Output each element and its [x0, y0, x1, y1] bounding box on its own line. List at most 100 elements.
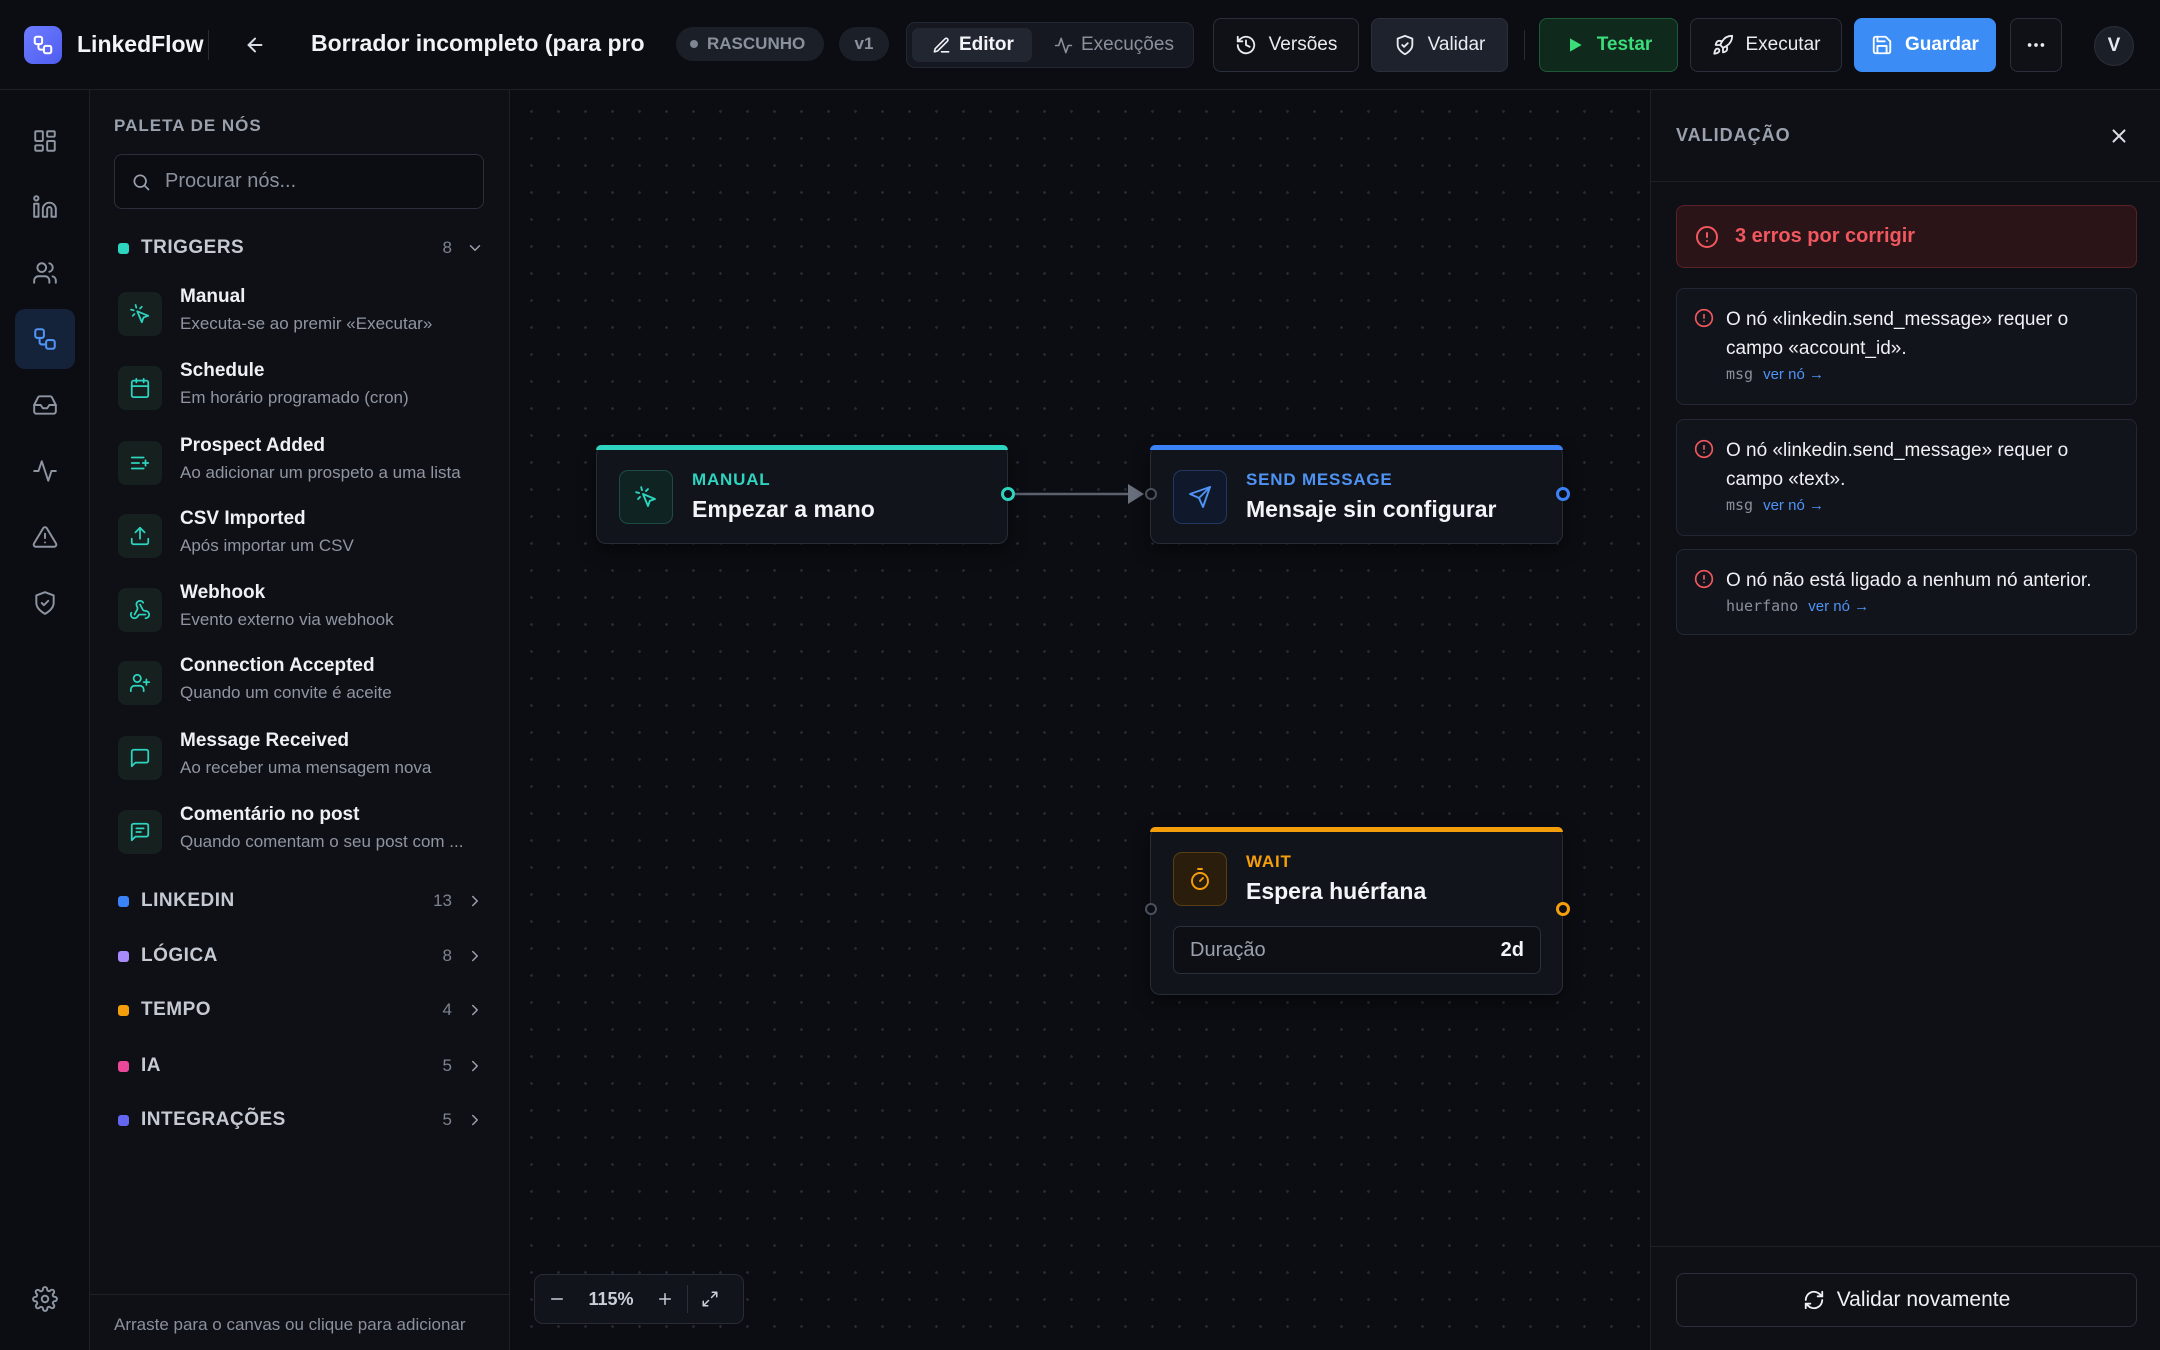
palette-node-title: CSV Imported: [180, 508, 306, 529]
rocket-icon: [1712, 34, 1733, 55]
node-palette: PALETA DE NÓS TRIGGERS 8 Manual Executa-…: [90, 90, 510, 1350]
palette-node-title: Message Received: [180, 730, 349, 751]
error-summary-text: 3 erros por corrigir: [1735, 225, 1916, 247]
palette-node-post-comment[interactable]: Comentário no post Quando comentam o seu…: [114, 802, 484, 868]
rail-item-linkedin[interactable]: [15, 177, 75, 237]
category-name: IA: [141, 1055, 161, 1076]
version-badge: v1: [839, 27, 889, 61]
error-code: msg: [1726, 365, 1754, 383]
test-button[interactable]: Testar: [1539, 18, 1678, 72]
output-port[interactable]: [1556, 902, 1570, 916]
palette-node-desc: Ao receber uma mensagem nova: [180, 758, 432, 777]
error-message: O nó «linkedin.send_message» requer o ca…: [1726, 309, 2069, 359]
status-badge: RASCUNHO: [676, 27, 824, 61]
category-count: 13: [433, 891, 452, 910]
workflow-icon: [34, 328, 56, 350]
palette-node-schedule[interactable]: Schedule Em horário programado (cron): [114, 358, 484, 424]
search-box[interactable]: [114, 154, 484, 209]
category-triggers[interactable]: TRIGGERS 8: [114, 232, 484, 264]
tab-editor[interactable]: Editor: [912, 28, 1032, 62]
category-integrations[interactable]: INTEGRAÇÕES 5: [114, 1104, 484, 1136]
search-input[interactable]: [165, 170, 465, 193]
input-port[interactable]: [1145, 488, 1157, 500]
rail-item-activity[interactable]: [15, 441, 75, 501]
rail-item-settings[interactable]: [15, 1269, 75, 1329]
output-port[interactable]: [1556, 487, 1570, 501]
category-count: 4: [442, 1000, 452, 1019]
palette-node-icon: [118, 736, 162, 780]
test-label: Testar: [1596, 34, 1653, 55]
canvas-node-send-message[interactable]: SEND MESSAGE Mensaje sin configurar: [1150, 445, 1563, 544]
webhook-icon: [129, 599, 151, 620]
rail-item-contacts[interactable]: [15, 243, 75, 303]
validation-title: VALIDAÇÃO: [1676, 125, 1791, 145]
palette-node-icon: [118, 588, 162, 632]
output-port[interactable]: [1001, 487, 1015, 501]
category-name: TRIGGERS: [141, 237, 245, 258]
rail-item-inbox[interactable]: [15, 375, 75, 435]
back-button[interactable]: [240, 30, 270, 60]
versions-button[interactable]: Versões: [1213, 18, 1359, 72]
play-icon: [1569, 38, 1582, 52]
category-color-dot: [118, 1004, 129, 1016]
input-port[interactable]: [1145, 903, 1157, 915]
view-node-link[interactable]: ver nó →: [1763, 497, 1824, 514]
tab-executions[interactable]: Execuções: [1042, 28, 1190, 62]
avatar[interactable]: V: [2094, 26, 2134, 66]
close-button[interactable]: [2103, 120, 2135, 152]
error-code: msg: [1726, 496, 1754, 514]
view-tabs: Editor Execuções: [906, 22, 1194, 68]
palette-node-csv-imported[interactable]: CSV Imported Após importar um CSV: [114, 506, 484, 572]
validate-button[interactable]: Validar: [1371, 18, 1508, 72]
rail-item-workflows[interactable]: [15, 309, 75, 369]
save-button[interactable]: Guardar: [1854, 18, 1996, 72]
divider: [1524, 30, 1525, 60]
category-linkedin[interactable]: LINKEDIN 13: [114, 885, 484, 917]
category-time[interactable]: TEMPO 4: [114, 994, 484, 1026]
category-color-dot: [118, 1114, 129, 1126]
error-item: O nó «linkedin.send_message» requer o ca…: [1676, 288, 2137, 405]
view-node-link[interactable]: ver nó →: [1763, 366, 1824, 383]
flow-canvas[interactable]: MANUAL Empezar a mano SEND MESSAGE Mensa…: [510, 90, 1650, 1350]
palette-node-icon: [118, 661, 162, 705]
shield-check-icon: [1396, 34, 1413, 56]
flow-title[interactable]: Borrador incompleto (para probar validac…: [311, 30, 646, 62]
duration-field[interactable]: Duração 2d: [1173, 926, 1541, 974]
palette-node-message-received[interactable]: Message Received Ao receber uma mensagem…: [114, 728, 484, 794]
comment-icon: [130, 822, 150, 842]
users-icon: [33, 262, 57, 284]
error-code: huerfano: [1726, 597, 1799, 615]
rail-item-security[interactable]: [15, 573, 75, 633]
category-color-dot: [118, 242, 129, 254]
revalidate-button[interactable]: Validar novamente: [1676, 1273, 2137, 1327]
fit-view-button[interactable]: [688, 1274, 732, 1324]
node-type: MANUAL: [692, 470, 771, 489]
rail-item-alerts[interactable]: [15, 507, 75, 567]
alert-circle-icon: [1694, 439, 1714, 459]
alert-circle-icon: [1694, 308, 1714, 328]
error-item: O nó não está ligado a nenhum nó anterio…: [1676, 549, 2137, 635]
category-ai[interactable]: IA 5: [114, 1050, 484, 1082]
execute-button[interactable]: Executar: [1690, 18, 1842, 72]
canvas-node-manual[interactable]: MANUAL Empezar a mano: [596, 445, 1008, 544]
view-node-link[interactable]: ver nó →: [1808, 598, 1869, 615]
category-logic[interactable]: LÓGICA 8: [114, 940, 484, 972]
close-icon: [2112, 129, 2126, 143]
error-meta: msg ver nó →: [1726, 365, 1824, 383]
chevron-right-icon: [472, 895, 478, 907]
app-logo[interactable]: [24, 26, 62, 64]
rail-item-dashboard[interactable]: [15, 111, 75, 171]
palette-node-prospect-added[interactable]: Prospect Added Ao adicionar um prospeto …: [114, 433, 484, 499]
validation-panel: VALIDAÇÃO 3 erros por corrigir O nó «lin…: [1650, 90, 2160, 1350]
category-color-dot: [118, 950, 129, 962]
palette-node-manual[interactable]: Manual Executa-se ao premir «Executar»: [114, 284, 484, 350]
palette-node-webhook[interactable]: Webhook Evento externo via webhook: [114, 580, 484, 646]
canvas-node-wait[interactable]: WAIT Espera huérfana Duração 2d: [1150, 827, 1563, 995]
more-options-button[interactable]: [2010, 18, 2062, 72]
minus-icon: [551, 1298, 563, 1300]
zoom-in-button[interactable]: [643, 1274, 687, 1324]
palette-node-connection-accepted[interactable]: Connection Accepted Quando um convite é …: [114, 653, 484, 719]
activity-icon: [33, 460, 57, 482]
pointer-click-icon: [130, 304, 150, 324]
zoom-out-button[interactable]: [535, 1274, 579, 1324]
